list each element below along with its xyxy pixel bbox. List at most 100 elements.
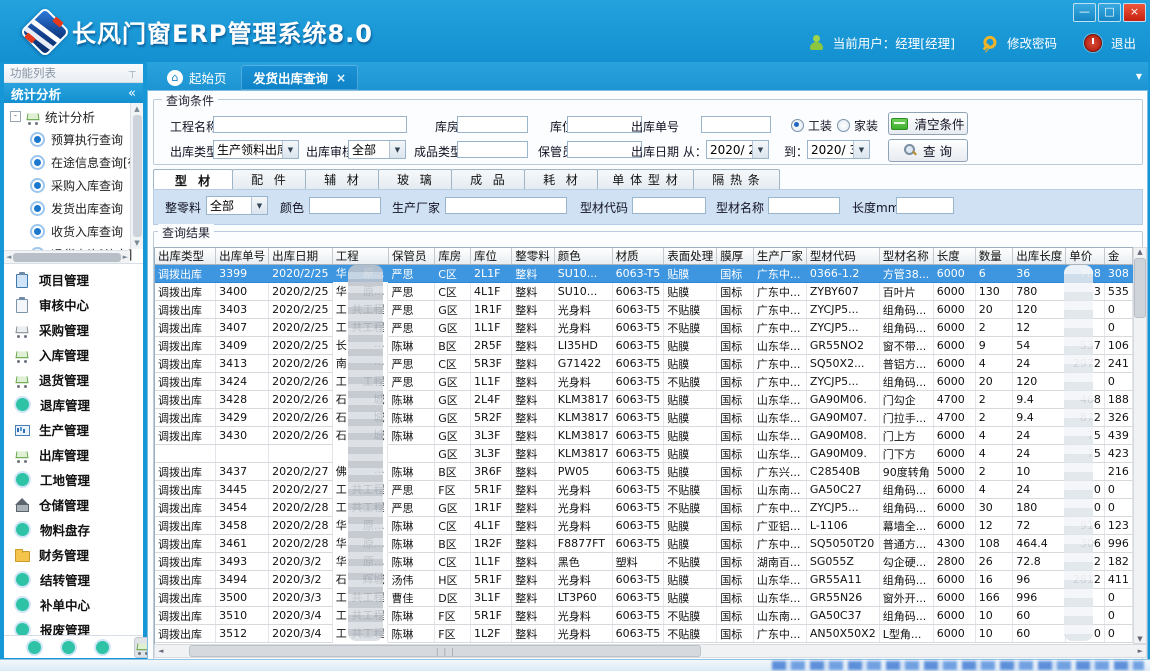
cell[interactable]: 整料 [512, 535, 555, 553]
profile-name-input[interactable] [768, 197, 840, 214]
cell[interactable]: 整料 [512, 625, 555, 643]
cell[interactable]: 贴膜 [664, 409, 717, 427]
warehouse-input[interactable] [457, 116, 528, 133]
cell[interactable]: SU10... [554, 265, 612, 283]
column-header-出库类型[interactable]: 出库类型 [155, 248, 216, 265]
cell[interactable]: 439 [1104, 427, 1132, 445]
cell[interactable]: 3454 [216, 499, 269, 517]
cell[interactable]: 光身料 [554, 517, 612, 535]
cell[interactable]: 6000 [933, 607, 975, 625]
cell[interactable]: 广东中... [753, 625, 806, 643]
cell[interactable]: 6063-T5 [612, 391, 664, 409]
cell[interactable]: G区 [435, 391, 471, 409]
cell[interactable]: 整料 [512, 445, 555, 463]
cell[interactable] [1066, 301, 1105, 319]
dot-icon[interactable] [28, 641, 41, 654]
cell[interactable]: 6000 [933, 427, 975, 445]
cell[interactable]: 3413 [216, 355, 269, 373]
cell[interactable] [1066, 607, 1105, 625]
cell[interactable]: 调拨出库 [155, 283, 216, 301]
cell[interactable]: C区 [435, 553, 471, 571]
cell[interactable]: 调拨出库 [155, 571, 216, 589]
cell[interactable]: 黑色 [554, 553, 612, 571]
menu-item-采购管理[interactable]: 采购管理 [4, 317, 143, 342]
cell[interactable]: 3428 [216, 391, 269, 409]
cell[interactable]: 6063-T5 [612, 445, 664, 463]
cell[interactable]: 国标 [717, 625, 754, 643]
cell[interactable]: 0366-1.2 [806, 265, 879, 283]
cell[interactable]: 5R2F [471, 409, 512, 427]
cell[interactable]: 72 [1013, 517, 1066, 535]
cell[interactable]: SG055Z [806, 553, 879, 571]
cell[interactable]: 60 [1013, 607, 1066, 625]
cell[interactable] [1066, 589, 1105, 607]
cell[interactable]: 国标 [717, 283, 754, 301]
cell[interactable]: 不贴膜 [664, 553, 717, 571]
cell[interactable]: 贴膜 [664, 283, 717, 301]
material-tab-0[interactable]: 型 材 [153, 169, 233, 190]
cell[interactable]: D区 [435, 589, 471, 607]
cell[interactable]: 光身料 [554, 571, 612, 589]
cell[interactable]: 整料 [512, 319, 555, 337]
cell[interactable]: 汤伟 [388, 571, 434, 589]
table-row[interactable]: 调拨出库33992020/2/25华原...严思C区2L1F整料SU10...6… [155, 265, 1133, 283]
cell[interactable]: C区 [435, 355, 471, 373]
cell[interactable]: 2020/2/25 [269, 337, 333, 355]
cell[interactable]: 组角码... [879, 319, 933, 337]
change-password-link[interactable]: 修改密码 [1007, 33, 1057, 52]
cell[interactable]: 423 [1104, 445, 1132, 463]
cell[interactable]: 贴膜 [664, 265, 717, 283]
manufacturer-input[interactable] [445, 197, 567, 214]
whole-part-select[interactable]: 全部▼ [206, 196, 268, 215]
cell[interactable]: SQ5050T20 [806, 535, 879, 553]
cell[interactable]: 216 [1104, 463, 1132, 481]
cell[interactable]: 3L3F [471, 445, 512, 463]
cell[interactable]: 3445 [216, 481, 269, 499]
cell[interactable] [333, 445, 389, 462]
cell[interactable]: 0 [1104, 499, 1132, 517]
column-header-出库日期[interactable]: 出库日期 [269, 248, 333, 265]
cell[interactable]: 4 [975, 445, 1012, 463]
cell[interactable]: 百叶片 [879, 283, 933, 301]
material-tab-7[interactable]: 隔 热 条 [693, 169, 780, 189]
cell[interactable]: 120 [1013, 301, 1066, 319]
cell[interactable]: 2020/3/4 [269, 607, 333, 625]
cell[interactable]: 6063-T5 [612, 607, 664, 625]
cell[interactable]: ZYCJP5... [806, 319, 879, 337]
cell[interactable]: 6063-T5 [612, 535, 664, 553]
order-no-input[interactable] [701, 116, 771, 133]
cell[interactable]: 241 [1104, 355, 1132, 373]
cell[interactable]: 整料 [512, 283, 555, 301]
cell[interactable]: 国标 [717, 337, 754, 355]
cell[interactable]: 6000 [933, 589, 975, 607]
cell[interactable]: 75 [1066, 427, 1105, 445]
cell[interactable]: 0 [1104, 481, 1132, 499]
cell[interactable]: 9.4 [1013, 409, 1066, 427]
cell[interactable]: 不贴膜 [664, 607, 717, 625]
cell[interactable]: 国标 [717, 553, 754, 571]
cell[interactable]: G区 [435, 373, 471, 391]
column-header-生产厂家[interactable]: 生产厂家 [753, 248, 806, 265]
cell[interactable]: B区 [435, 337, 471, 355]
color-input[interactable] [309, 197, 381, 214]
cell[interactable]: 山东南... [753, 481, 806, 499]
cell[interactable]: 山东华... [753, 337, 806, 355]
cell[interactable]: 2020/3/4 [269, 625, 333, 643]
cell[interactable]: 整料 [512, 355, 555, 373]
cell[interactable]: F区 [435, 607, 471, 625]
tab-起始页[interactable]: ⌂起始页 [155, 65, 239, 90]
table-row[interactable]: 调拨出库34942020/3/2石辉城汤伟H区5R1F整料光身料6063-T5贴… [155, 571, 1133, 589]
cell[interactable]: SQ50X2... [806, 355, 879, 373]
cell[interactable]: 华原... [333, 517, 389, 534]
cell[interactable]: 2020/3/3 [269, 589, 333, 607]
cell[interactable]: 整料 [512, 301, 555, 319]
cell[interactable]: 光身料 [554, 373, 612, 391]
close-button[interactable]: × [1123, 3, 1146, 22]
cell[interactable]: GA90M08. [806, 427, 879, 445]
cell[interactable]: C28540B [806, 463, 879, 481]
cell[interactable]: 2020/2/26 [269, 373, 333, 391]
tree-item-收货入库查询[interactable]: 收货入库查询 [4, 220, 130, 243]
cell[interactable]: 曹佳 [388, 589, 434, 607]
cell[interactable]: GR55N26 [806, 589, 879, 607]
cell[interactable]: 6000 [933, 625, 975, 643]
